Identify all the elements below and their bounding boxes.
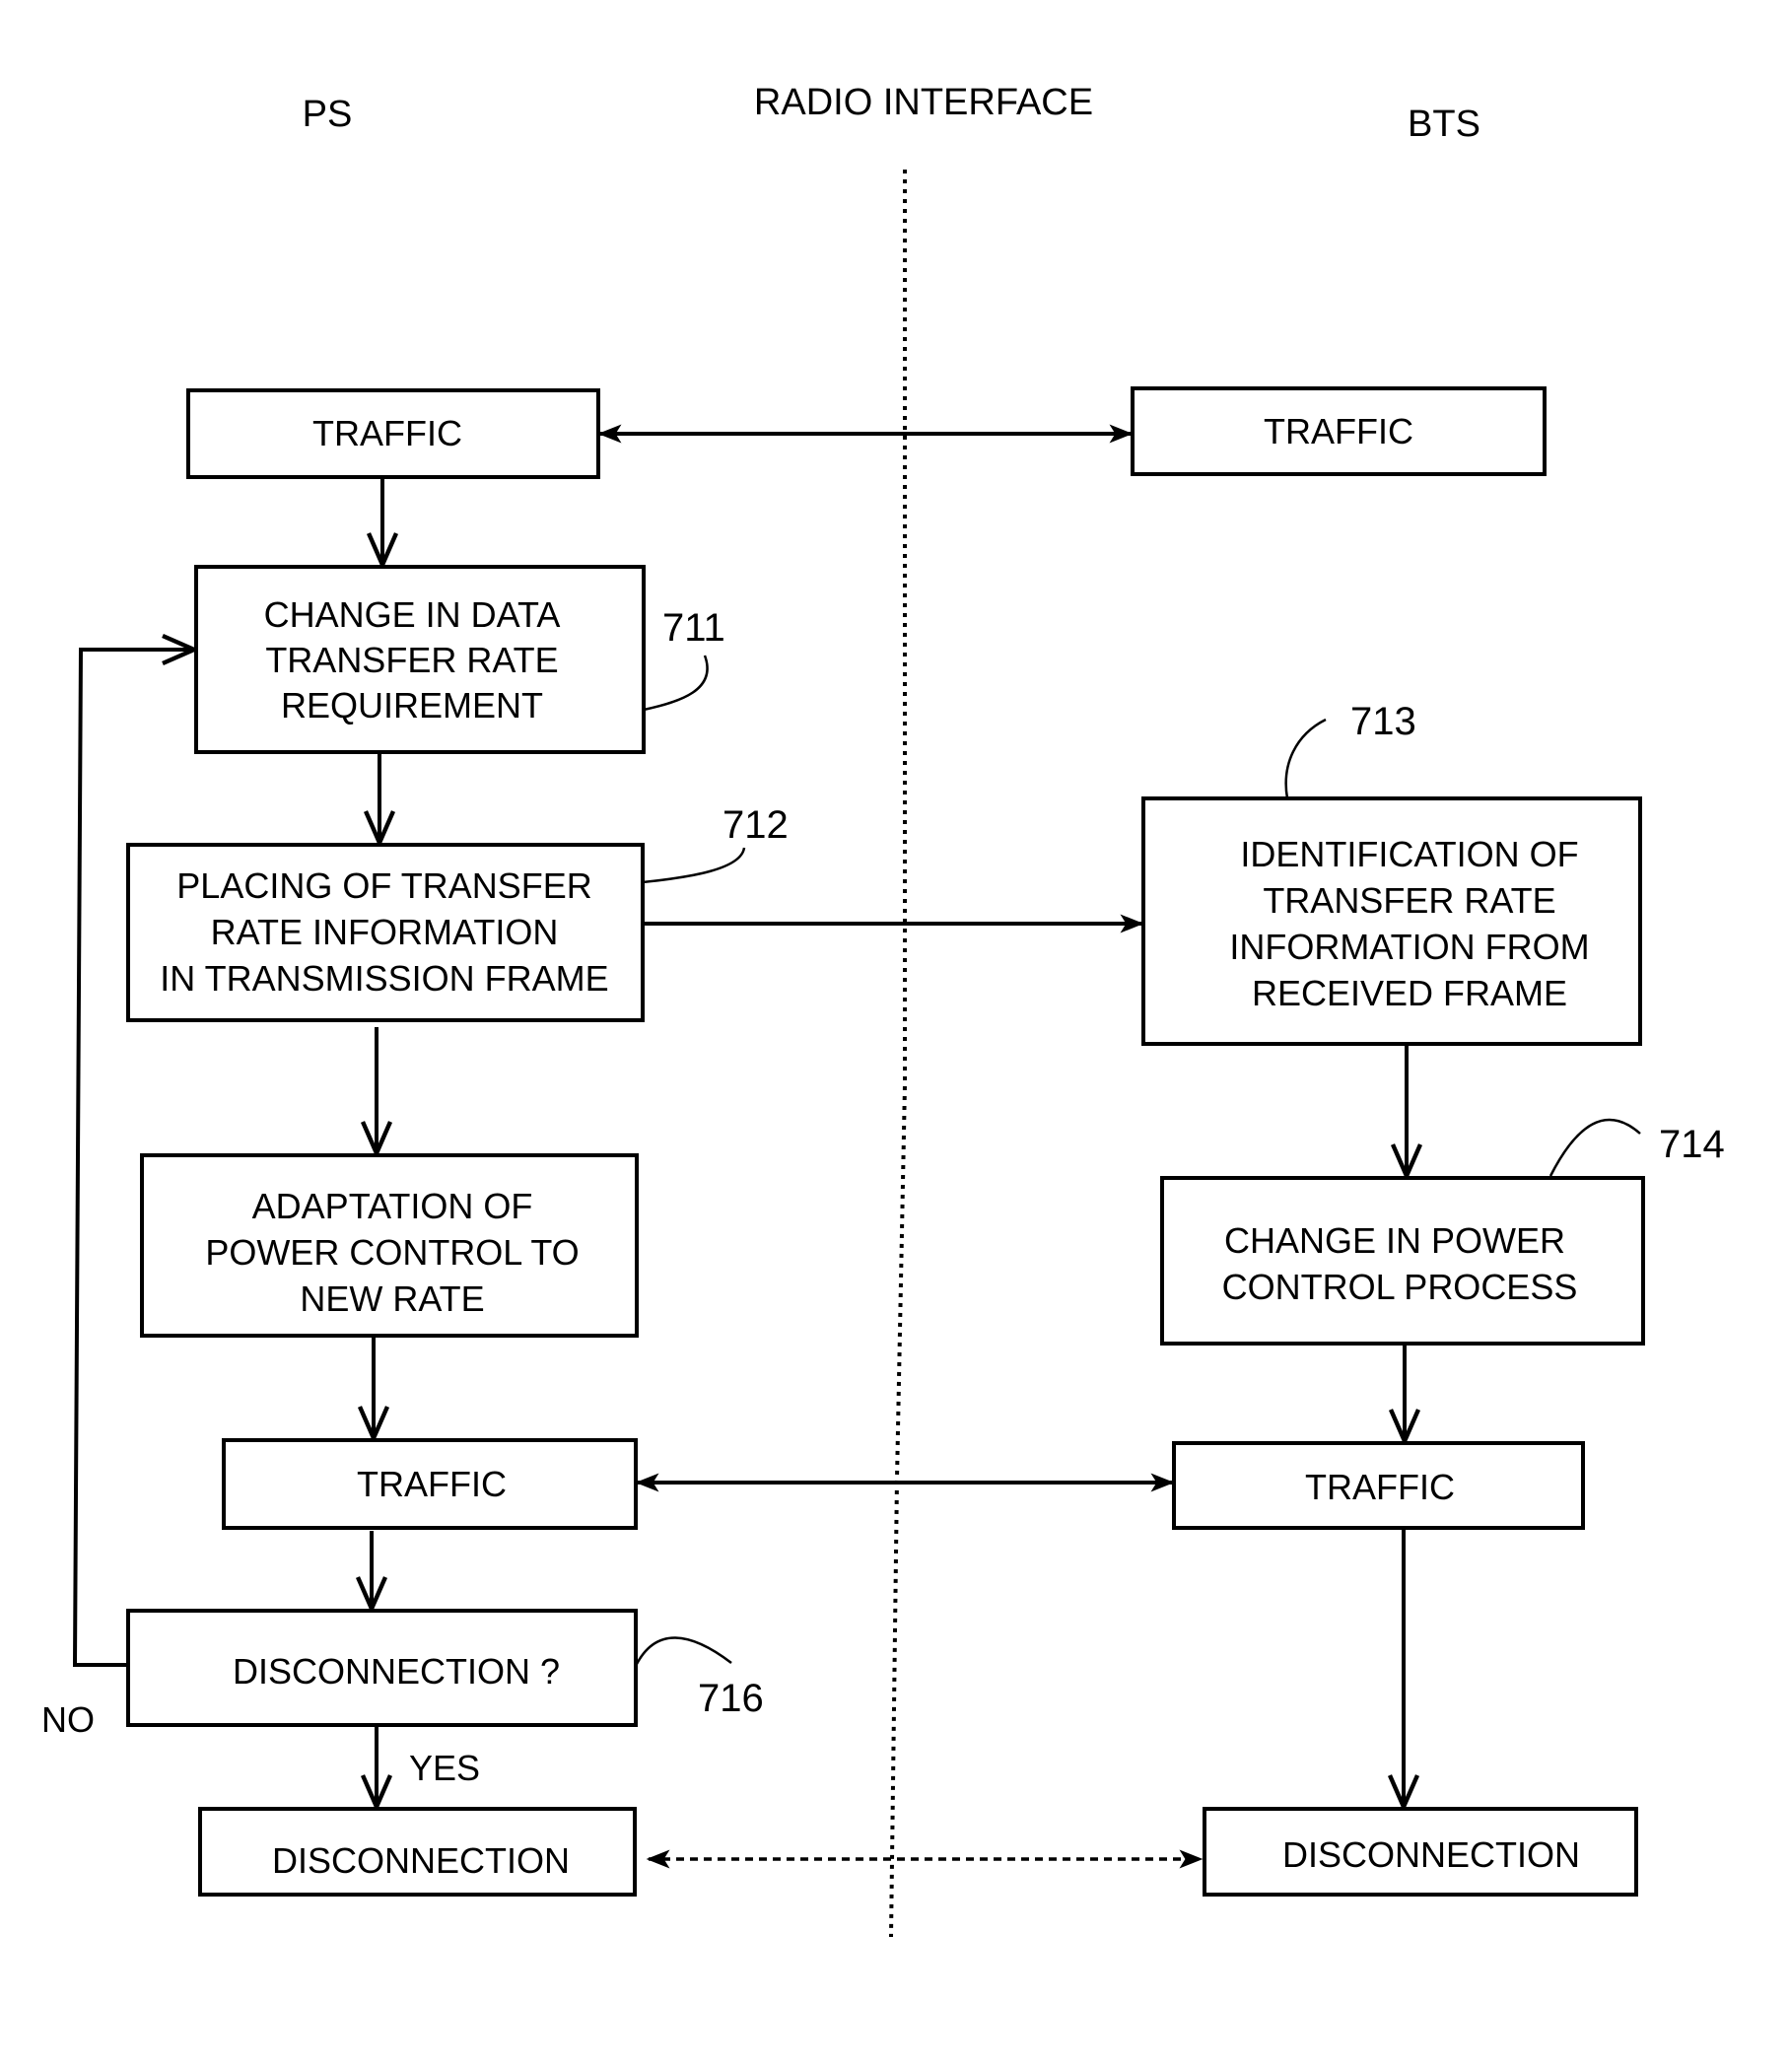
ps-header: PS <box>303 94 353 135</box>
change-rate-requirement-box: CHANGE IN DATA TRANSFER RATE REQUIREMENT <box>194 565 646 754</box>
bts-traffic-2-label: TRAFFIC <box>1305 1467 1455 1507</box>
leader-711 <box>643 655 709 712</box>
placing-line-2: RATE INFORMATION <box>211 912 559 952</box>
bts-traffic-box-2: TRAFFIC <box>1172 1441 1585 1530</box>
adaptation-power-control-box: ADAPTATION OF POWER CONTROL TO NEW RATE <box>140 1153 639 1338</box>
ps-disconnection-box: DISCONNECTION <box>198 1807 637 1897</box>
change-power-control-box: CHANGE IN POWER CONTROL PROCESS <box>1160 1176 1645 1346</box>
flowchart: PS RADIO INTERFACE BTS TRAFFIC CHANGE IN… <box>41 82 1725 1938</box>
bts-traffic-1-label: TRAFFIC <box>1264 411 1413 451</box>
ref-711: 711 <box>662 606 725 650</box>
ref-714: 714 <box>1659 1123 1725 1166</box>
adaptation-line-1: ADAPTATION OF <box>252 1186 533 1226</box>
radio-interface-header: RADIO INTERFACE <box>754 82 1093 123</box>
change-rate-line-3: REQUIREMENT <box>281 685 543 725</box>
disconnection-decision-box: DISCONNECTION ? <box>126 1609 638 1727</box>
placing-rate-info-box: PLACING OF TRANSFER RATE INFORMATION IN … <box>126 843 645 1022</box>
identification-line-4: RECEIVED FRAME <box>1252 973 1567 1013</box>
ps-traffic-box-2: TRAFFIC <box>222 1438 638 1530</box>
placing-line-3: IN TRANSMISSION FRAME <box>160 958 608 999</box>
bts-header: BTS <box>1408 104 1480 145</box>
leader-714 <box>1548 1118 1641 1177</box>
decision-label: DISCONNECTION ? <box>233 1651 560 1692</box>
identification-line-2: TRANSFER RATE <box>1263 880 1555 921</box>
identification-rate-info-box: IDENTIFICATION OF TRANSFER RATE INFORMAT… <box>1141 796 1642 1046</box>
leader-716 <box>634 1636 732 1667</box>
ps-traffic-1-label: TRAFFIC <box>312 413 462 453</box>
change-rate-line-2: TRANSFER RATE <box>265 640 558 680</box>
identification-line-3: INFORMATION FROM <box>1229 927 1589 967</box>
ref-716: 716 <box>698 1677 764 1720</box>
bts-traffic-box-1: TRAFFIC <box>1131 386 1547 476</box>
placing-line-1: PLACING OF TRANSFER <box>176 865 591 906</box>
leader-712 <box>642 847 746 884</box>
ps-traffic-2-label: TRAFFIC <box>357 1464 507 1504</box>
yes-label: YES <box>409 1748 480 1788</box>
bts-disconnection-label: DISCONNECTION <box>1282 1834 1580 1875</box>
ps-disconnection-label: DISCONNECTION <box>272 1840 570 1881</box>
leader-713 <box>1284 718 1327 799</box>
adaptation-line-3: NEW RATE <box>300 1278 484 1319</box>
bts-disconnection-box: DISCONNECTION <box>1203 1807 1638 1897</box>
ps-traffic-box-1: TRAFFIC <box>186 388 600 479</box>
change-rate-line-1: CHANGE IN DATA <box>264 594 561 635</box>
identification-line-1: IDENTIFICATION OF <box>1240 834 1578 874</box>
ref-712: 712 <box>722 803 789 847</box>
change-power-line-1: CHANGE IN POWER <box>1224 1220 1565 1261</box>
change-power-line-2: CONTROL PROCESS <box>1222 1267 1578 1307</box>
ref-713: 713 <box>1350 700 1416 743</box>
no-label: NO <box>41 1699 95 1740</box>
adaptation-line-2: POWER CONTROL TO <box>205 1232 579 1273</box>
